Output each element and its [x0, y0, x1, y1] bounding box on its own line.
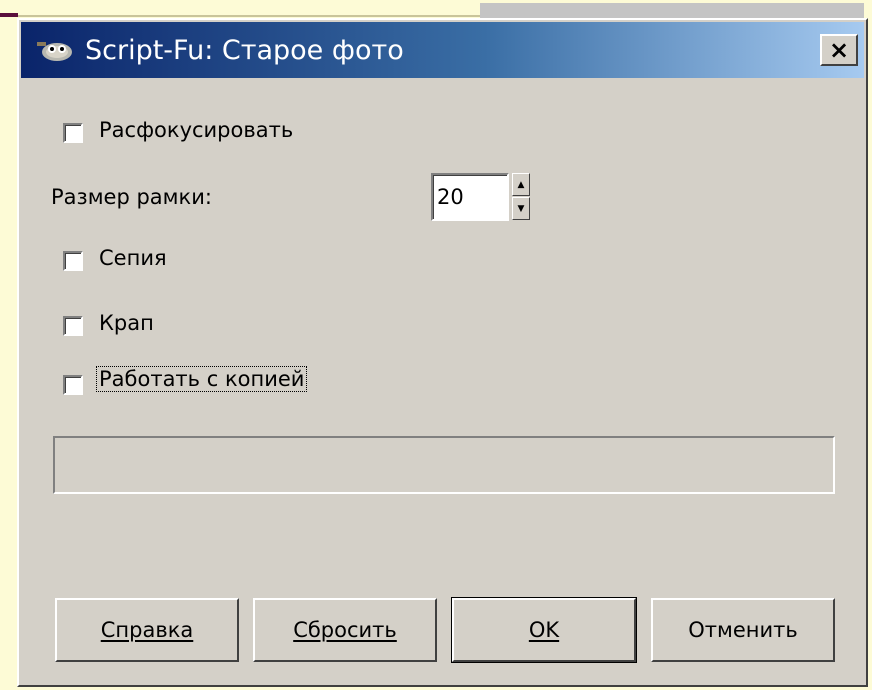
slide-accent-bar [0, 13, 18, 17]
ok-button[interactable]: OK [451, 597, 637, 663]
mottle-checkbox[interactable] [63, 316, 83, 336]
sepia-label: Сепия [99, 246, 167, 270]
reset-button[interactable]: Сбросить [253, 598, 437, 662]
window-title: Script-Fu: Старое фото [85, 35, 404, 66]
ok-button-label: OK [528, 618, 560, 642]
close-icon: × [828, 36, 850, 64]
border-size-input[interactable]: 20 [431, 173, 509, 221]
reset-button-label: Сбросить [293, 618, 397, 642]
work-on-copy-checkbox[interactable] [63, 375, 83, 395]
cancel-button[interactable]: Отменить [651, 598, 835, 662]
spin-up-button[interactable]: ▲ [512, 173, 530, 196]
mottle-label: Крап [99, 311, 154, 335]
gimp-wilber-icon [37, 42, 72, 61]
help-button-label: Справка [100, 618, 194, 642]
border-size-value: 20 [437, 185, 464, 209]
script-fu-dialog: Script-Fu: Старое фото × Расфокусировать… [17, 18, 868, 687]
work-on-copy-label: Работать с копией [96, 366, 308, 392]
sepia-checkbox[interactable] [63, 251, 83, 271]
cancel-button-label: Отменить [688, 618, 798, 642]
blur-label: Расфокусировать [99, 118, 294, 142]
arrow-down-icon: ▼ [517, 203, 525, 214]
progress-bar [53, 436, 835, 494]
title-bar[interactable]: Script-Fu: Старое фото × [21, 22, 864, 78]
close-button[interactable]: × [820, 34, 858, 66]
border-size-label: Размер рамки: [51, 185, 212, 209]
arrow-up-icon: ▲ [517, 179, 525, 190]
help-button[interactable]: Справка [55, 598, 239, 662]
slide-divider-line [0, 15, 480, 17]
blur-checkbox[interactable] [63, 123, 83, 143]
spin-down-button[interactable]: ▼ [512, 197, 530, 220]
